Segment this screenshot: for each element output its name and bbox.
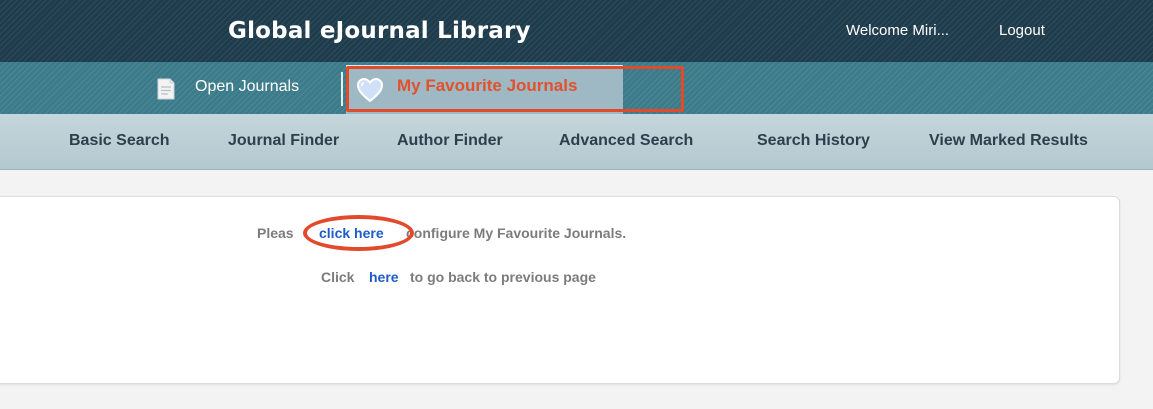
logout-link[interactable]: Logout (999, 22, 1045, 39)
nav-view-marked-results[interactable]: View Marked Results (929, 132, 1088, 150)
tab-open-journals-label: Open Journals (195, 78, 300, 95)
heart-icon (356, 77, 384, 103)
nav-advanced-search[interactable]: Advanced Search (559, 132, 693, 150)
configure-text-start: Pleas (257, 225, 294, 241)
site-title: Global eJournal Library (228, 18, 531, 44)
document-icon (157, 78, 175, 100)
back-text-start: Click (321, 269, 355, 285)
welcome-user: Welcome Miri... (846, 22, 950, 39)
tab-my-favourite-journals-label: My Favourite Journals (397, 76, 578, 95)
nav-author-finder[interactable]: Author Finder (397, 132, 503, 150)
nav-search-history[interactable]: Search History (757, 132, 870, 150)
back-text-end: to go back to previous page (410, 269, 596, 285)
configure-text-end: configure My Favourite Journals. (406, 225, 627, 241)
header-bar (0, 0, 1153, 62)
nav-basic-search[interactable]: Basic Search (69, 132, 170, 150)
tab-divider (341, 72, 343, 106)
nav-journal-finder[interactable]: Journal Finder (228, 132, 339, 150)
configure-click-here-link[interactable]: click here (319, 225, 384, 241)
back-here-link[interactable]: here (369, 269, 399, 285)
